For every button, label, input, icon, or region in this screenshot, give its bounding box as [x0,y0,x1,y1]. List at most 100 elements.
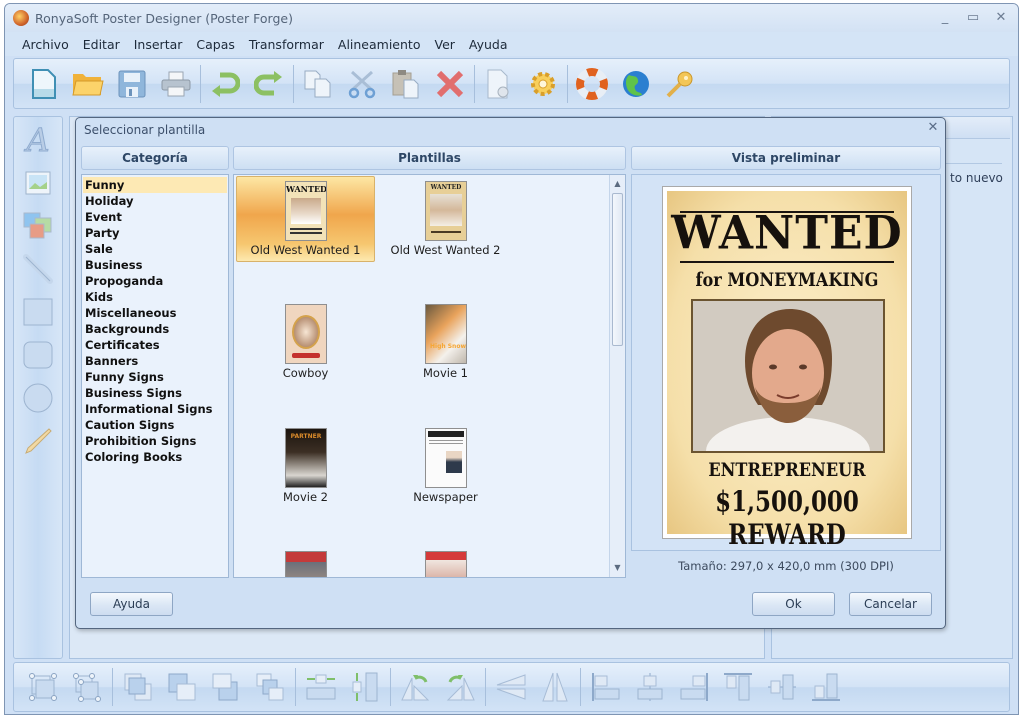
poster-rule [680,261,894,263]
category-item[interactable]: Coloring Books [83,449,227,465]
rotate-left-button[interactable] [399,670,433,704]
template-item-movie-1[interactable]: High Snow Movie 1 [376,299,515,385]
align-middle-button[interactable] [765,670,799,704]
scroll-thumb[interactable] [612,193,623,346]
template-item-cowboy[interactable]: Cowboy [236,299,375,385]
menu-capas[interactable]: Capas [189,37,242,52]
align-right-button[interactable] [677,670,711,704]
template-item-finance-world[interactable] [236,546,375,577]
document-settings-button[interactable] [481,66,517,102]
redo-button[interactable] [251,66,287,102]
menu-insertar[interactable]: Insertar [127,37,190,52]
settings-button[interactable] [525,66,561,102]
category-item[interactable]: Banners [83,353,227,369]
collage-tool-button[interactable] [21,209,55,243]
poster-photo [691,299,885,453]
send-to-back-button[interactable] [165,670,199,704]
close-icon[interactable]: ✕ [994,10,1008,25]
category-item[interactable]: Party [83,225,227,241]
scroll-down-icon[interactable]: ▼ [610,561,625,575]
image-tool-button[interactable] [21,166,55,200]
category-item[interactable]: Kids [83,289,227,305]
document-settings-icon [487,69,509,98]
delete-button[interactable] [432,66,468,102]
align-top-button[interactable] [721,670,755,704]
lifebuoy-icon [576,67,608,100]
template-thumbnail: PARTNER [285,428,327,488]
line-tool-button[interactable] [21,252,55,286]
category-item[interactable]: Funny Signs [83,369,227,385]
category-item[interactable]: Backgrounds [83,321,227,337]
paste-button[interactable] [388,66,424,102]
scroll-up-icon[interactable]: ▲ [610,177,625,191]
category-item[interactable]: Sale [83,241,227,257]
menu-archivo[interactable]: Archivo [15,37,76,52]
ok-button[interactable]: Ok [752,592,835,616]
template-item-old-west-wanted-1[interactable]: WANTED Old West Wanted 1 [236,176,375,262]
menu-ver[interactable]: Ver [427,37,461,52]
arrange-toolbar [13,662,1010,712]
align-middle-icon [768,674,796,700]
template-item-movie-2[interactable]: PARTNER Movie 2 [236,423,375,509]
category-item[interactable]: Business Signs [83,385,227,401]
website-button[interactable] [618,66,654,102]
undo-button[interactable] [207,66,243,102]
copy-button[interactable] [300,66,336,102]
bring-to-front-button[interactable] [121,670,155,704]
select-object-button[interactable] [26,670,60,704]
help-button[interactable]: Ayuda [90,592,173,616]
menu-alineamiento[interactable]: Alineamiento [331,37,428,52]
cut-button[interactable] [344,66,380,102]
pencil-tool-button[interactable] [21,424,55,458]
printer-icon [161,71,191,96]
align-left-button[interactable] [589,670,623,704]
flip-vertical-button[interactable] [538,670,572,704]
category-item[interactable]: Propoganda [83,273,227,289]
category-item[interactable]: Caution Signs [83,417,227,433]
category-item[interactable]: Holiday [83,193,227,209]
stretch-horizontal-icon [306,674,336,700]
category-item[interactable]: Business [83,257,227,273]
menu-editar[interactable]: Editar [76,37,127,52]
register-button[interactable] [662,66,698,102]
open-button[interactable] [70,66,106,102]
template-item-newspaper[interactable]: Newspaper [376,423,515,509]
category-item-funny[interactable]: Funny [83,177,227,193]
category-item[interactable]: Event [83,209,227,225]
save-button[interactable] [114,66,150,102]
rectangle-tool-button[interactable] [21,295,55,329]
print-button[interactable] [158,66,194,102]
bring-forward-button[interactable] [209,670,243,704]
key-icon [666,71,693,97]
new-document-button[interactable] [26,66,62,102]
pencil-icon [25,428,52,454]
align-center-button[interactable] [633,670,667,704]
text-tool-button[interactable]: A [21,121,55,160]
category-item[interactable]: Miscellaneous [83,305,227,321]
menu-bar: Archivo Editar Insertar Capas Transforma… [5,32,1018,56]
stretch-vertical-button[interactable] [348,670,382,704]
menu-ayuda[interactable]: Ayuda [462,37,515,52]
select-multiple-button[interactable] [70,670,104,704]
cancel-button[interactable]: Cancelar [849,592,932,616]
template-item-fashion-world[interactable] [376,546,515,577]
send-backward-button[interactable] [253,670,287,704]
rounded-rectangle-tool-button[interactable] [21,338,55,372]
template-thumbnail [425,551,467,577]
dialog-close-icon[interactable]: ✕ [925,120,941,136]
stretch-horizontal-button[interactable] [304,670,338,704]
minimize-icon[interactable]: _ [938,10,952,25]
menu-transformar[interactable]: Transformar [242,37,331,52]
flip-horizontal-button[interactable] [494,670,528,704]
category-item[interactable]: Certificates [83,337,227,353]
maximize-icon[interactable]: ▭ [966,10,980,25]
ellipse-tool-button[interactable] [21,381,55,415]
align-bottom-button[interactable] [809,670,843,704]
category-item[interactable]: Prohibition Signs [83,433,227,449]
rotate-right-button[interactable] [443,670,477,704]
template-scrollbar[interactable]: ▲ ▼ [609,175,625,577]
category-item[interactable]: Informational Signs [83,401,227,417]
delete-x-icon [436,70,464,97]
help-button[interactable] [574,66,610,102]
template-item-old-west-wanted-2[interactable]: WANTED Old West Wanted 2 [376,176,515,262]
